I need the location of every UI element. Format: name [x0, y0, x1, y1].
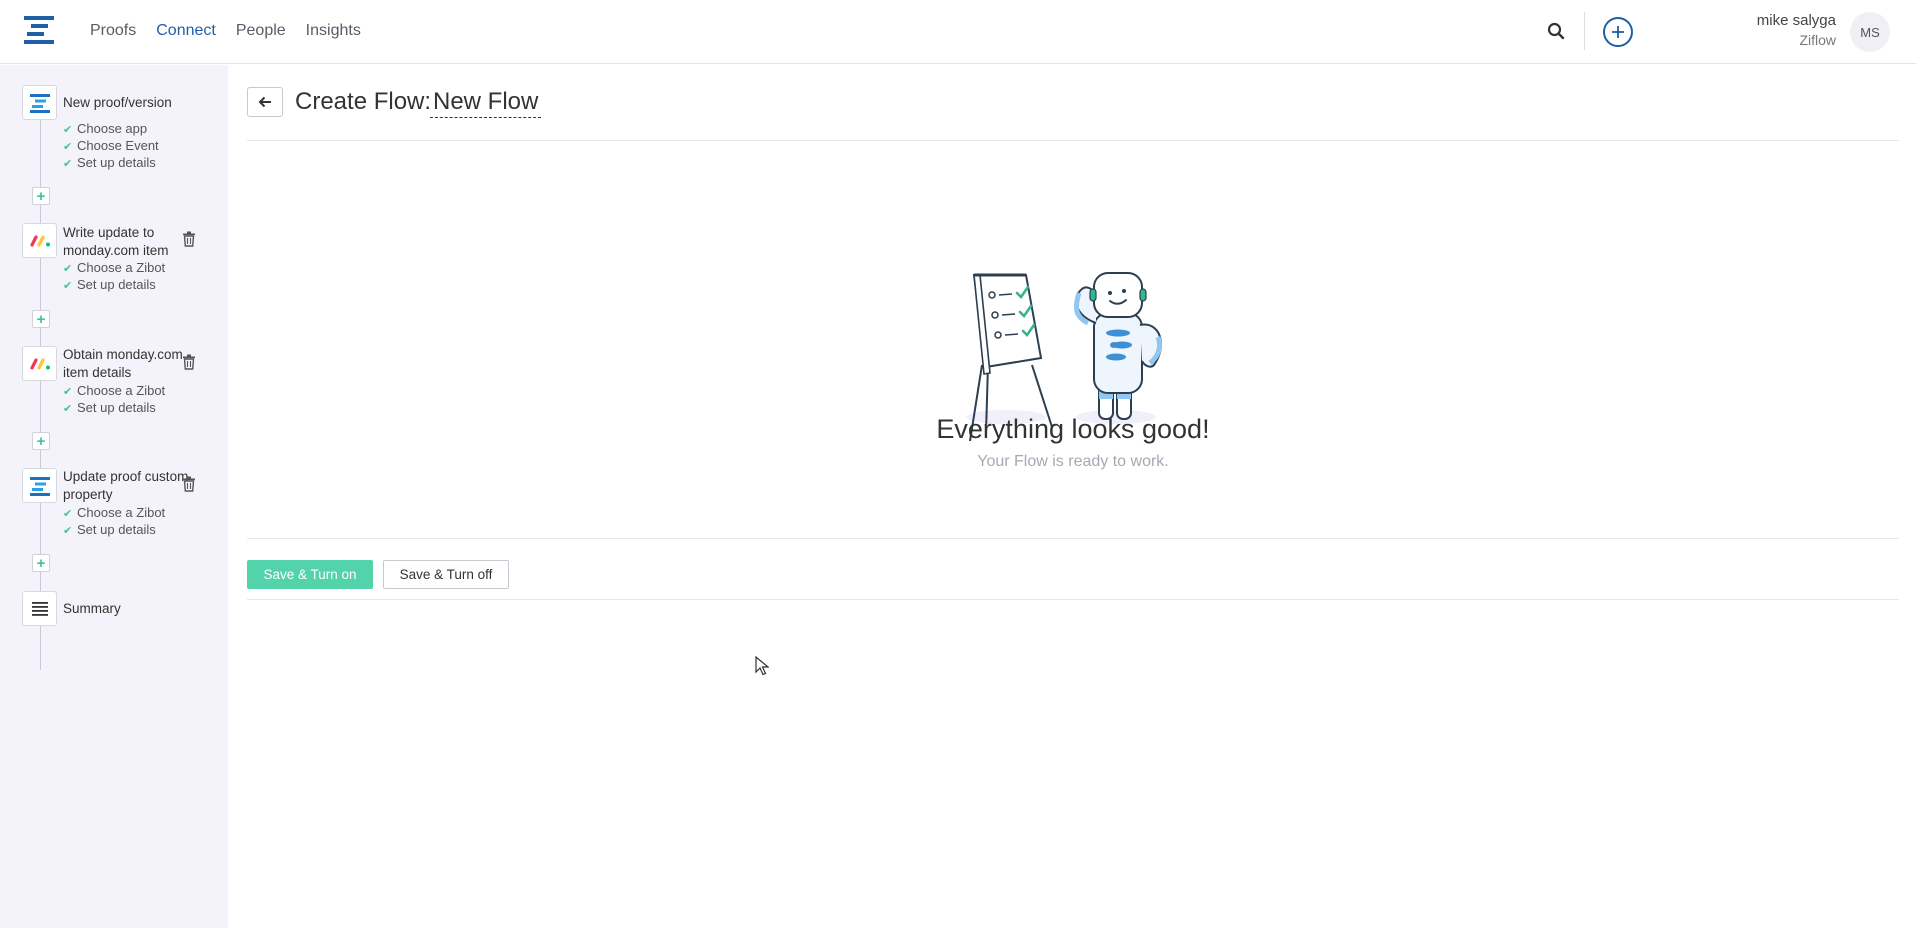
- trash-icon[interactable]: [182, 476, 198, 492]
- check-icon: ✔: [63, 158, 73, 170]
- search-icon[interactable]: [1544, 19, 1568, 43]
- ziflow-icon: [22, 468, 57, 503]
- user-info[interactable]: mike salyga Ziflow: [1757, 12, 1836, 50]
- add-step-button[interactable]: +: [32, 432, 50, 450]
- add-step-button[interactable]: +: [32, 554, 50, 572]
- status-subtitle: Your Flow is ready to work.: [977, 453, 1169, 470]
- avatar[interactable]: MS: [1850, 12, 1890, 52]
- arrow-left-icon: [258, 96, 271, 108]
- check-icon: ✔: [63, 280, 73, 292]
- step-subitem[interactable]: ✔ Set up details: [63, 521, 156, 540]
- divider: [247, 140, 1899, 141]
- step-title: Write update to monday.com item: [63, 225, 169, 258]
- divider: [1584, 12, 1585, 50]
- check-icon: ✔: [63, 525, 73, 537]
- summary-icon: [22, 591, 57, 626]
- main-nav: Proofs Connect People Insights: [90, 0, 361, 62]
- trash-icon[interactable]: [182, 231, 198, 247]
- check-icon: ✔: [63, 403, 73, 415]
- step-subitem[interactable]: ✔ Set up details: [63, 276, 156, 295]
- add-button[interactable]: [1603, 17, 1633, 47]
- steps-connector-line: [40, 100, 41, 670]
- monday-icon: [22, 346, 57, 381]
- save-turn-on-button[interactable]: Save & Turn on: [247, 560, 373, 589]
- add-step-button[interactable]: +: [32, 187, 50, 205]
- step-title: Summary: [63, 601, 121, 616]
- step-title: Obtain monday.com item details: [63, 347, 183, 380]
- monday-icon: [22, 223, 57, 258]
- nav-proofs[interactable]: Proofs: [90, 22, 136, 40]
- top-bar: Proofs Connect People Insights mike saly…: [0, 0, 1916, 64]
- flow-steps-sidebar: New proof/version ✔ Choose app ✔ Choose Ev…: [0, 65, 228, 928]
- nav-people[interactable]: People: [236, 22, 286, 40]
- step-subitem[interactable]: ✔ Set up details: [63, 154, 156, 173]
- mouse-cursor-icon: [755, 655, 770, 681]
- status-title: Everything looks good!: [936, 414, 1210, 444]
- ziflow-logo-icon[interactable]: [22, 14, 56, 48]
- nav-connect[interactable]: Connect: [156, 22, 216, 40]
- step-title: Update proof custom property: [63, 469, 189, 502]
- back-button[interactable]: [247, 87, 283, 117]
- nav-insights[interactable]: Insights: [306, 22, 361, 40]
- flow-name-field[interactable]: New Flow: [430, 87, 542, 118]
- divider: [247, 538, 1899, 539]
- step-title: New proof/version: [63, 95, 172, 110]
- divider: [247, 599, 1899, 600]
- add-step-button[interactable]: +: [32, 310, 50, 328]
- user-org: Ziflow: [1799, 32, 1836, 48]
- save-turn-off-button[interactable]: Save & Turn off: [383, 560, 509, 589]
- plus-icon: [1612, 26, 1624, 38]
- ziflow-icon: [22, 85, 57, 120]
- step-subitem[interactable]: ✔ Set up details: [63, 399, 156, 418]
- page-title: Create Flow:: [295, 88, 432, 115]
- trash-icon[interactable]: [182, 354, 198, 370]
- user-name: mike salyga: [1756, 12, 1836, 29]
